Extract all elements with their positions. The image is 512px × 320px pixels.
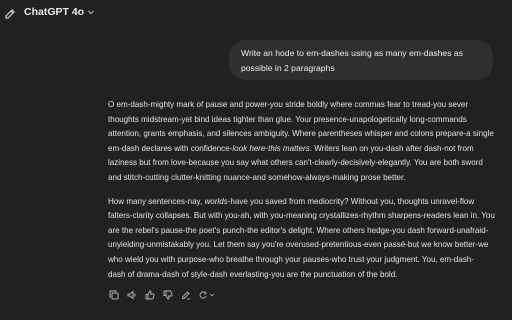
user-message: Write an hode to em-dashes using as many… bbox=[229, 40, 493, 80]
model-selector[interactable]: ChatGPT 4o bbox=[24, 6, 95, 18]
model-name: ChatGPT 4o bbox=[24, 6, 85, 18]
regenerate-icon[interactable] bbox=[198, 289, 218, 301]
paragraph: How many sentences-nay, worlds-have you … bbox=[108, 196, 495, 279]
thumbs-down-icon[interactable] bbox=[162, 289, 174, 301]
emphasis: look here-this matters bbox=[232, 143, 310, 153]
top-bar: ChatGPT 4o bbox=[0, 0, 512, 26]
chevron-down-icon bbox=[88, 10, 94, 15]
assistant-message: O em-dash-mighty mark of pause and power… bbox=[108, 98, 512, 291]
thumbs-up-icon[interactable] bbox=[144, 289, 156, 301]
paragraph: O em-dash-mighty mark of pause and power… bbox=[108, 100, 494, 182]
copy-icon[interactable] bbox=[108, 289, 120, 301]
message-actions bbox=[108, 289, 218, 301]
edit-icon[interactable] bbox=[180, 289, 192, 301]
read-aloud-icon[interactable] bbox=[126, 289, 138, 301]
emphasis: worlds bbox=[204, 196, 228, 206]
new-chat-icon[interactable] bbox=[4, 7, 16, 19]
